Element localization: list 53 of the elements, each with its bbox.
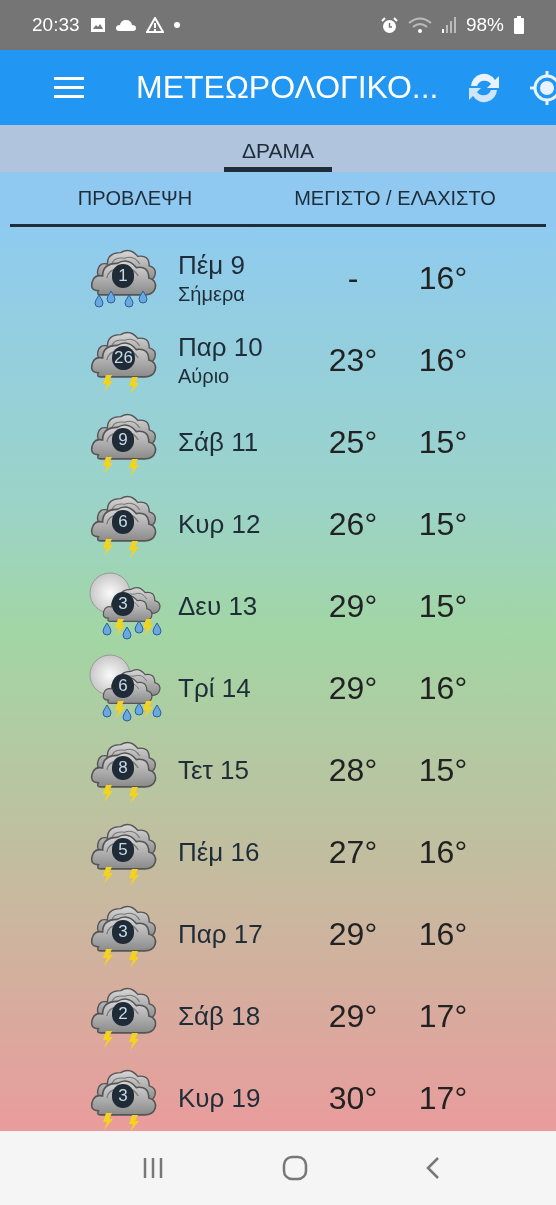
min-temperature: 15° <box>417 505 469 543</box>
forecast-badge: 26 <box>112 346 135 370</box>
day-label: Πέμ 9 <box>178 250 247 281</box>
min-temperature: 15° <box>417 587 469 625</box>
day-label: Κυρ 12 <box>178 508 262 540</box>
max-temperature: 23° <box>327 341 379 379</box>
column-header: ΜΕΓΙΣΤΟ / ΕΛΑΧΙΣΤΟ <box>293 186 497 210</box>
alarm-icon <box>380 16 398 34</box>
app-title: ΜΕΤΕΩΡΟΛΟΓΙΚΟ... <box>136 69 439 106</box>
image-icon <box>89 17 106 33</box>
min-temperature: 16° <box>417 669 469 707</box>
day-label: Τρί 14 <box>178 672 252 704</box>
max-temperature: 25° <box>327 423 379 461</box>
day-note: Σήμερα <box>178 283 246 306</box>
max-temperature: 27° <box>327 833 379 871</box>
max-temperature: 29° <box>327 669 379 707</box>
min-temperature: 17° <box>417 997 469 1035</box>
min-temperature: 15° <box>417 751 469 789</box>
max-temperature: 26° <box>327 505 379 543</box>
max-temperature: - <box>346 259 360 297</box>
max-temperature: 29° <box>327 997 379 1035</box>
min-temperature: 17° <box>417 1079 469 1117</box>
day-label: Κυρ 19 <box>178 1082 262 1114</box>
min-temperature: 15° <box>417 423 469 461</box>
day-label: Πέμ 16 <box>178 836 261 868</box>
day-label: Παρ 17 <box>178 918 264 950</box>
battery-icon <box>514 16 524 34</box>
wifi-icon <box>407 16 432 34</box>
min-temperature: 16° <box>417 341 469 379</box>
day-label: Τετ 15 <box>178 754 251 786</box>
min-temperature: 16° <box>417 915 469 953</box>
dot-icon <box>173 22 180 28</box>
min-temperature: 16° <box>417 259 469 297</box>
cloud-icon <box>115 19 136 31</box>
location-button[interactable] <box>528 69 556 106</box>
day-label: Παρ 10 <box>178 332 264 363</box>
min-temperature: 16° <box>417 833 469 871</box>
day-label: Σάβ 11 <box>178 426 260 458</box>
status-time: 20:33 <box>32 14 80 36</box>
max-temperature: 28° <box>327 751 379 789</box>
warning-icon <box>145 17 164 33</box>
battery-percentage: 98% <box>465 14 504 36</box>
back-button[interactable] <box>424 1156 441 1180</box>
max-temperature: 30° <box>327 1079 379 1117</box>
day-note: Αύριο <box>178 365 231 388</box>
day-label: Δευ 13 <box>178 590 259 622</box>
menu-button[interactable] <box>54 76 84 99</box>
day-label: Σάβ 18 <box>178 1000 262 1032</box>
signal-icon <box>441 17 456 33</box>
column-header: ΠΡΟΒΛΕΨΗ <box>76 186 194 210</box>
home-button[interactable] <box>282 1155 308 1181</box>
max-temperature: 29° <box>327 587 379 625</box>
max-temperature: 29° <box>327 915 379 953</box>
